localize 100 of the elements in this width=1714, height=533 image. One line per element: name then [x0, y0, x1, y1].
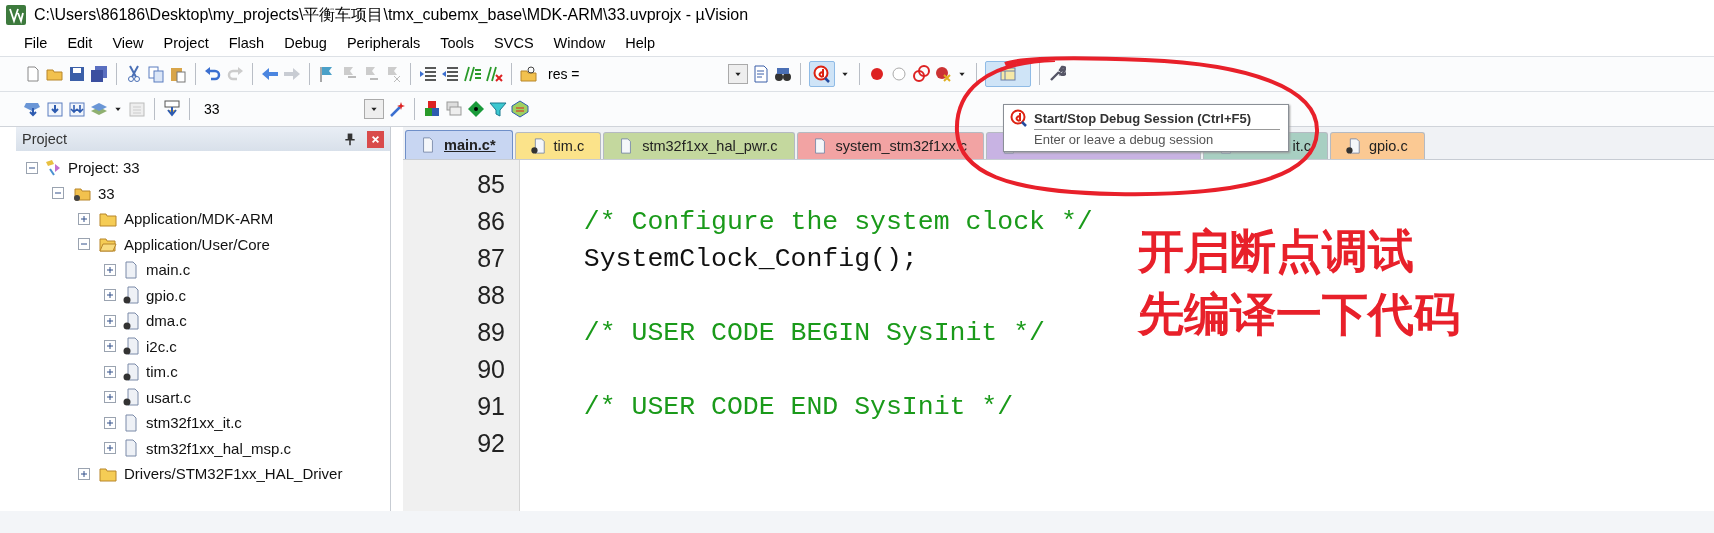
menu-item[interactable]: Debug — [274, 35, 337, 51]
find-folder-icon[interactable] — [520, 65, 538, 83]
save-icon[interactable] — [68, 65, 86, 83]
tree-item[interactable]: main.c — [146, 261, 191, 279]
line-number: 85 — [477, 170, 505, 199]
save-all-icon[interactable] — [90, 65, 108, 83]
file-icon — [122, 260, 140, 279]
menu-item[interactable]: Window — [543, 35, 616, 51]
expand-icon[interactable] — [104, 314, 116, 327]
tree-item[interactable]: Drivers/STM32F1xx_HAL_Driver — [124, 465, 343, 483]
file-tab[interactable]: stm32f1xx_hal_pwr.c — [603, 132, 795, 159]
pack-icon[interactable] — [511, 100, 529, 118]
menu-item[interactable]: Help — [615, 35, 665, 51]
collapse-icon[interactable] — [26, 161, 38, 174]
code-line: SystemClock_Config(); — [582, 243, 918, 274]
collapse-icon[interactable] — [78, 238, 90, 251]
expand-icon[interactable] — [104, 416, 116, 429]
uncomment-icon[interactable] — [485, 65, 503, 83]
paste-icon[interactable] — [169, 65, 187, 83]
tree-item[interactable]: Project: 33 — [68, 159, 140, 177]
expand-icon[interactable] — [104, 289, 116, 302]
code-comment: /* USER CODE BEGIN SysInit */ — [582, 317, 1045, 348]
close-button[interactable] — [367, 130, 384, 148]
menu-item[interactable]: Edit — [57, 35, 103, 51]
generated-file-icon — [1344, 138, 1361, 154]
line-number: 90 — [477, 355, 505, 384]
file-tab[interactable]: gpio.c — [1329, 132, 1425, 159]
open-folder-icon — [96, 235, 118, 254]
tree-item[interactable]: Application/User/Core — [124, 235, 270, 253]
code-comment: /* USER CODE END SysInit */ — [582, 391, 1014, 422]
debug-button[interactable] — [809, 61, 835, 87]
expand-icon[interactable] — [104, 365, 116, 378]
menu-item[interactable]: Flash — [218, 35, 275, 51]
collapse-icon[interactable] — [52, 187, 64, 200]
debug-icon — [1010, 109, 1028, 127]
target-field[interactable]: 33 — [198, 98, 384, 120]
code-comment: /* Configure the system clock */ — [582, 206, 1093, 237]
magic-wand-icon[interactable] — [388, 100, 406, 118]
back-arrow-icon[interactable] — [261, 65, 279, 83]
file-icon — [420, 137, 436, 153]
line-number: 92 — [477, 429, 505, 458]
diamond-icon[interactable] — [467, 100, 485, 118]
menu-item[interactable]: Peripherals — [336, 35, 431, 51]
annotation-text: 开启断点调试 — [1138, 226, 1415, 277]
scissors-icon[interactable] — [125, 65, 143, 83]
breakpoint-icon[interactable] — [868, 65, 886, 83]
tooltip-description: Enter or leave a debug session — [1034, 132, 1215, 147]
undo-icon[interactable] — [204, 65, 222, 83]
menu-item[interactable]: Tools — [430, 35, 485, 51]
rebuild-icon[interactable] — [68, 100, 86, 118]
tree-item[interactable]: tim.c — [146, 363, 178, 381]
tree-item[interactable]: stm32f1xx_it.c — [146, 414, 242, 432]
file-icon — [122, 413, 140, 432]
breakpoints-icon[interactable] — [912, 65, 930, 83]
menu-item[interactable]: View — [102, 35, 154, 51]
generated-file-icon — [122, 337, 140, 356]
unindent-icon[interactable] — [441, 65, 459, 83]
tree-item[interactable]: usart.c — [146, 388, 191, 406]
line-number: 86 — [477, 207, 505, 236]
generated-file-icon — [122, 388, 140, 407]
window-title: C:\Users\86186\Desktop\my_projects\平衡车项目\tmx_cubemx_base\MDK-ARM\33.uvprojx - µVision — [34, 4, 749, 25]
file-tab[interactable]: main.c* — [405, 130, 513, 159]
expand-icon[interactable] — [78, 212, 90, 225]
comment-icon[interactable] — [463, 65, 481, 83]
download-icon[interactable] — [163, 100, 181, 118]
line-number: 89 — [477, 318, 505, 347]
build-icon[interactable] — [46, 100, 64, 118]
expand-icon[interactable] — [78, 467, 90, 480]
file-tab[interactable]: tim.c — [514, 132, 602, 159]
menu-item[interactable]: File — [14, 35, 58, 51]
pin-icon[interactable] — [343, 132, 357, 146]
indent-icon[interactable] — [419, 65, 437, 83]
translate-icon[interactable] — [24, 100, 42, 118]
expand-icon[interactable] — [104, 391, 116, 404]
tree-item[interactable]: Application/MDK-ARM — [124, 210, 274, 228]
tooltip-title: Start/Stop Debug Session (Ctrl+F5) — [1034, 110, 1252, 126]
generated-file-icon — [122, 362, 140, 381]
menu-item[interactable]: Project — [153, 35, 219, 51]
generated-file-icon — [529, 138, 546, 154]
tree-item[interactable]: 33 — [98, 184, 115, 202]
menu-item[interactable]: SVCS — [484, 35, 544, 51]
tree-item[interactable]: i2c.c — [146, 337, 177, 355]
expand-icon[interactable] — [104, 263, 116, 276]
debug-icon — [813, 65, 831, 83]
expand-icon[interactable] — [104, 340, 116, 353]
tree-item[interactable]: stm32f1xx_hal_msp.c — [146, 439, 292, 457]
copy-icon[interactable] — [147, 65, 165, 83]
line-number: 87 — [477, 244, 505, 273]
tree-item[interactable]: dma.c — [146, 312, 187, 330]
find-field[interactable]: res = — [542, 63, 748, 85]
expand-icon[interactable] — [104, 442, 116, 455]
file-icon — [122, 439, 140, 458]
funnel-icon[interactable] — [489, 100, 507, 118]
binoculars-icon[interactable] — [774, 65, 792, 83]
app-logo — [6, 5, 26, 25]
tree-item[interactable]: gpio.c — [146, 286, 187, 304]
breakpoint-clear-icon[interactable] — [934, 65, 952, 83]
wrench-icon[interactable] — [1048, 65, 1066, 83]
components-icon[interactable] — [423, 100, 441, 118]
line-number: 91 — [477, 392, 505, 421]
